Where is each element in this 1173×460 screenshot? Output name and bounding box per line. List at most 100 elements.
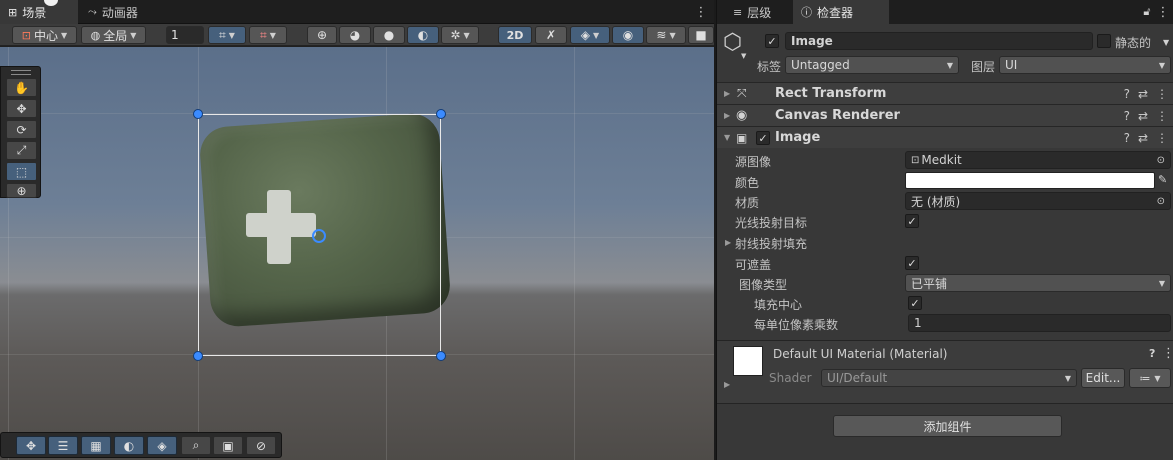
space-mode-dropdown[interactable]: ◍ 全局 ▼ xyxy=(81,26,146,44)
rect-handle-bottom-right[interactable] xyxy=(436,351,446,361)
palette-grip[interactable] xyxy=(11,70,31,75)
wireframe-shading-button[interactable]: ⊕ xyxy=(307,26,337,44)
image-component-icon: ▣ xyxy=(736,130,748,145)
material-field[interactable]: 无 (材质) ⊙ xyxy=(905,192,1171,210)
component-menu-icon[interactable]: ⋮ xyxy=(1156,87,1168,101)
scale-tool-button[interactable]: ⤢ xyxy=(6,141,37,160)
light-off-icon: ✗ xyxy=(545,28,557,42)
presets-icon[interactable]: ⇄ xyxy=(1138,109,1148,123)
lock-icon[interactable]: 🔓︎ xyxy=(1141,4,1153,20)
camera-icon: ▣ xyxy=(222,438,234,453)
shader-options-dropdown[interactable]: ≔ ▼ xyxy=(1129,368,1171,388)
expand-arrow-icon: ▶ xyxy=(724,111,731,120)
increment-snap-field[interactable]: 1 xyxy=(166,26,204,44)
raycast-target-checkbox[interactable]: ✓ xyxy=(905,214,919,228)
source-image-label: 源图像 xyxy=(735,155,772,169)
tab-hierarchy[interactable]: ≡ 层级 xyxy=(725,0,787,24)
wireframe-icon: ⊕ xyxy=(316,28,328,42)
animator-icon: ⤳ xyxy=(88,5,97,18)
chevron-down-icon: ▼ xyxy=(463,30,470,40)
eyedropper-icon[interactable]: ✎ xyxy=(1158,173,1167,186)
rect-tool-icon: ⬚ xyxy=(15,164,28,179)
canvas-renderer-title: Canvas Renderer xyxy=(775,108,900,123)
edit-shader-button[interactable]: Edit... xyxy=(1081,368,1125,388)
static-checkbox[interactable] xyxy=(1097,34,1111,48)
move-arrows-icon: ✥ xyxy=(16,101,27,116)
raycast-padding-label[interactable]: 射线投射填充 xyxy=(735,235,807,252)
tag-dropdown[interactable]: Untagged ▼ xyxy=(785,56,959,74)
color-swatch[interactable] xyxy=(905,172,1155,189)
help-icon[interactable]: ? xyxy=(1124,131,1130,145)
help-icon[interactable]: ? xyxy=(1149,347,1155,360)
camera-dropdown[interactable]: ■ xyxy=(688,26,714,44)
inspector-more-menu-icon[interactable]: ⋮ xyxy=(1157,4,1170,20)
pivot-mode-dropdown[interactable]: ⊡ 中心 ▼ xyxy=(12,26,77,44)
audio-effects-dropdown[interactable]: ◈ ▼ xyxy=(570,26,610,44)
debug-draw-mode-dropdown[interactable]: ✲ ▼ xyxy=(441,26,479,44)
overlay-camera-button[interactable]: ▣ xyxy=(213,436,243,455)
transform-tool-button[interactable]: ⊕ xyxy=(6,183,37,198)
overlay-move-button[interactable]: ✥ xyxy=(16,436,46,455)
fill-center-checkbox[interactable]: ✓ xyxy=(908,296,922,310)
presets-icon[interactable]: ⇄ xyxy=(1138,87,1148,101)
rotate-tool-button[interactable]: ⟳ xyxy=(6,120,37,139)
grid-visibility-toggle[interactable]: ⌗ ▼ xyxy=(249,26,287,44)
rect-tool-button[interactable]: ⬚ xyxy=(6,162,37,181)
eye-icon: ◉ xyxy=(736,108,748,123)
grid-snap-toggle[interactable]: ⌗ ▼ xyxy=(208,26,246,44)
layer-dropdown[interactable]: UI ▼ xyxy=(999,56,1171,74)
rect-handle-top-left[interactable] xyxy=(193,109,203,119)
overlay-layers-button[interactable]: ◈ xyxy=(147,436,177,455)
maskable-checkbox[interactable]: ✓ xyxy=(905,256,919,270)
lighting-toggle[interactable]: ✗ xyxy=(535,26,567,44)
space-mode-label: 全局 xyxy=(103,28,128,43)
shaded-wireframe-button[interactable]: ◕ xyxy=(339,26,371,44)
mode-2d-toggle[interactable]: 2D xyxy=(498,26,532,44)
tab-inspector[interactable]: ⓘ 检查器 xyxy=(793,0,889,24)
tab-scene[interactable]: ⊞ 场景 xyxy=(0,0,78,24)
material-preview xyxy=(733,346,763,376)
shader-dropdown[interactable]: UI/Default ▼ xyxy=(821,369,1077,387)
gameobject-name-field[interactable]: Image xyxy=(785,32,1093,50)
move-tool-button[interactable]: ✥ xyxy=(6,99,37,118)
tab-animator[interactable]: ⤳ 动画器 xyxy=(80,0,160,24)
overlay-search-button[interactable]: ⌕ xyxy=(181,436,211,455)
overlay-settings-button[interactable]: ☰ xyxy=(48,436,78,455)
scene-more-menu-icon[interactable]: ⋮ xyxy=(695,4,708,20)
component-menu-icon[interactable]: ⋮ xyxy=(1162,346,1173,361)
add-component-button[interactable]: 添加组件 xyxy=(833,415,1062,437)
help-icon[interactable]: ? xyxy=(1124,87,1130,101)
object-picker-icon[interactable]: ⊙ xyxy=(1157,196,1165,207)
layers-dropdown[interactable]: ≋ ▼ xyxy=(646,26,686,44)
overlay-grid-button[interactable]: ▦ xyxy=(81,436,111,455)
lit-shading-button[interactable]: ◐ xyxy=(407,26,439,44)
object-picker-icon[interactable]: ⊙ xyxy=(1157,155,1165,166)
scene-visibility-toggle[interactable]: ◉ xyxy=(612,26,644,44)
hand-tool-button[interactable]: ✋ xyxy=(6,78,37,97)
gameobject-active-checkbox[interactable]: ✓ xyxy=(765,34,779,48)
unlit-sphere-icon: ● xyxy=(383,28,395,42)
pivot-point[interactable] xyxy=(312,229,326,243)
presets-icon[interactable]: ⇄ xyxy=(1138,131,1148,145)
overlay-gizmo-button[interactable]: ⊘ xyxy=(246,436,276,455)
overlay-shading-button[interactable]: ◐ xyxy=(114,436,144,455)
canvas-renderer-header[interactable]: ▶ ◉ Canvas Renderer ? ⇄ ⋮ xyxy=(717,104,1173,126)
image-enabled-checkbox[interactable]: ✓ xyxy=(756,131,770,145)
search-icon: ⌕ xyxy=(192,438,200,452)
component-menu-icon[interactable]: ⋮ xyxy=(1156,131,1168,145)
rect-handle-top-right[interactable] xyxy=(436,109,446,119)
expand-arrow-icon[interactable]: ▶ xyxy=(725,238,731,247)
expand-arrow-icon[interactable]: ▶ xyxy=(724,380,730,389)
image-type-dropdown[interactable]: 已平铺 ▼ xyxy=(905,274,1171,292)
source-image-field[interactable]: ⊡ Medkit ⊙ xyxy=(905,151,1171,169)
help-icon[interactable]: ? xyxy=(1124,109,1130,123)
gameobject-icon-dropdown[interactable]: ▼ xyxy=(741,52,746,60)
chevron-down-icon[interactable]: ▼ xyxy=(1163,38,1169,47)
component-menu-icon[interactable]: ⋮ xyxy=(1156,109,1168,123)
unlit-shading-button[interactable]: ● xyxy=(373,26,405,44)
pixels-per-unit-field[interactable]: 1 xyxy=(908,314,1171,332)
rect-transform-header[interactable]: ▶ ⤧ Rect Transform ? ⇄ ⋮ xyxy=(717,82,1173,104)
image-component-header[interactable]: ▼ ▣ ✓ Image ? ⇄ ⋮ xyxy=(717,126,1173,148)
grid-visibility-icon: ⌗ xyxy=(260,27,267,42)
rect-handle-bottom-left[interactable] xyxy=(193,351,203,361)
